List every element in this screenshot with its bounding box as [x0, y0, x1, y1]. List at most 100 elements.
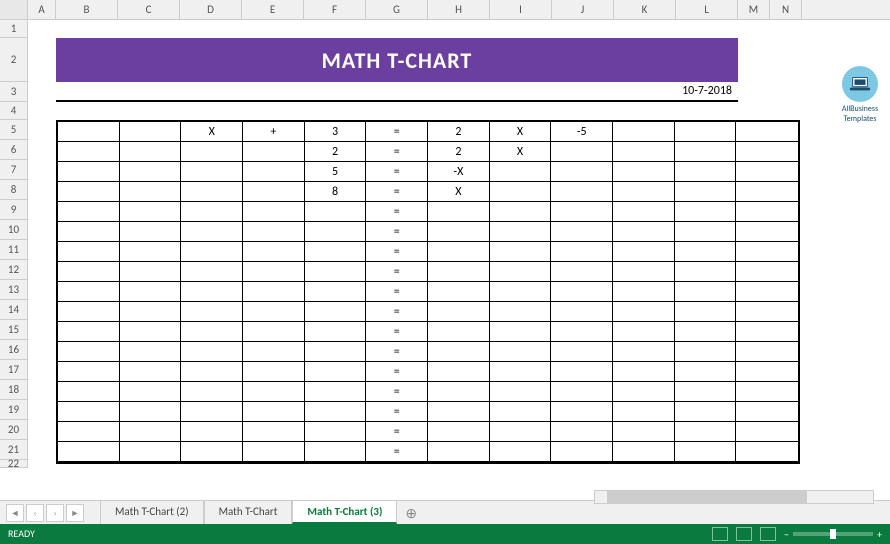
row-header-19[interactable]: 19	[0, 400, 28, 420]
table-cell[interactable]	[490, 222, 552, 241]
table-cell[interactable]	[305, 382, 367, 401]
table-cell[interactable]: -5	[551, 122, 613, 141]
table-row[interactable]: =	[58, 382, 798, 402]
table-cell[interactable]	[736, 402, 798, 421]
column-header-B[interactable]: B	[56, 0, 118, 19]
table-cell[interactable]	[675, 182, 737, 201]
table-cell[interactable]	[613, 222, 675, 241]
column-header-K[interactable]: K	[614, 0, 676, 19]
column-header-L[interactable]: L	[676, 0, 738, 19]
sheet-tab[interactable]: Math T-Chart	[204, 500, 293, 524]
table-cell[interactable]	[613, 402, 675, 421]
table-cell[interactable]	[120, 282, 182, 301]
table-cell[interactable]	[551, 402, 613, 421]
table-cell[interactable]	[736, 202, 798, 221]
table-cell[interactable]	[736, 162, 798, 181]
row-header-2[interactable]: 2	[0, 38, 28, 82]
table-cell[interactable]	[243, 242, 305, 261]
table-cell[interactable]: -X	[428, 162, 490, 181]
table-cell[interactable]	[428, 442, 490, 461]
table-cell[interactable]: =	[366, 182, 428, 201]
table-cell[interactable]	[551, 142, 613, 161]
table-cell[interactable]	[120, 202, 182, 221]
table-cell[interactable]	[613, 142, 675, 161]
column-header-I[interactable]: I	[490, 0, 552, 19]
table-row[interactable]: X+3=2X-5	[58, 122, 798, 142]
table-cell[interactable]	[243, 302, 305, 321]
table-cell[interactable]	[120, 162, 182, 181]
add-sheet-button[interactable]: ⊕	[397, 503, 421, 524]
table-cell[interactable]	[428, 202, 490, 221]
table-cell[interactable]	[490, 342, 552, 361]
table-cell[interactable]	[675, 382, 737, 401]
table-cell[interactable]	[305, 322, 367, 341]
row-header-17[interactable]: 17	[0, 360, 28, 380]
table-cell[interactable]	[181, 182, 243, 201]
table-cell[interactable]	[181, 382, 243, 401]
table-cell[interactable]: 2	[305, 142, 367, 161]
table-cell[interactable]	[120, 242, 182, 261]
table-cell[interactable]	[305, 282, 367, 301]
table-row[interactable]: =	[58, 342, 798, 362]
table-cell[interactable]	[243, 202, 305, 221]
table-cell[interactable]	[428, 282, 490, 301]
table-cell[interactable]	[613, 322, 675, 341]
table-cell[interactable]	[243, 422, 305, 441]
table-cell[interactable]	[428, 262, 490, 281]
table-row[interactable]: 5=-X	[58, 162, 798, 182]
table-cell[interactable]	[181, 362, 243, 381]
table-cell[interactable]: =	[366, 302, 428, 321]
table-cell[interactable]: =	[366, 142, 428, 161]
table-cell[interactable]	[58, 262, 120, 281]
table-cell[interactable]	[551, 342, 613, 361]
table-cell[interactable]	[58, 442, 120, 461]
table-cell[interactable]	[675, 322, 737, 341]
table-row[interactable]: =	[58, 422, 798, 442]
table-cell[interactable]	[736, 442, 798, 461]
table-cell[interactable]	[305, 342, 367, 361]
tab-nav-last[interactable]: ►	[66, 504, 84, 522]
table-cell[interactable]	[736, 262, 798, 281]
table-cell[interactable]: 8	[305, 182, 367, 201]
table-cell[interactable]: =	[366, 162, 428, 181]
row-header-14[interactable]: 14	[0, 300, 28, 320]
table-cell[interactable]	[551, 162, 613, 181]
row-header-12[interactable]: 12	[0, 260, 28, 280]
table-cell[interactable]	[613, 122, 675, 141]
table-cell[interactable]	[305, 302, 367, 321]
row-header-9[interactable]: 9	[0, 200, 28, 220]
table-cell[interactable]	[428, 402, 490, 421]
table-row[interactable]: 8=X	[58, 182, 798, 202]
view-normal-button[interactable]	[712, 527, 728, 541]
zoom-out-button[interactable]: −	[784, 528, 789, 541]
table-cell[interactable]: 2	[428, 142, 490, 161]
table-cell[interactable]	[305, 262, 367, 281]
table-cell[interactable]	[428, 382, 490, 401]
row-header-1[interactable]: 1	[0, 20, 28, 38]
table-row[interactable]: =	[58, 222, 798, 242]
table-cell[interactable]	[428, 302, 490, 321]
table-cell[interactable]	[551, 262, 613, 281]
table-cell[interactable]: =	[366, 262, 428, 281]
table-cell[interactable]	[675, 302, 737, 321]
table-cell[interactable]	[428, 362, 490, 381]
table-cell[interactable]	[120, 342, 182, 361]
table-cell[interactable]	[551, 362, 613, 381]
table-cell[interactable]	[181, 202, 243, 221]
table-cell[interactable]	[675, 242, 737, 261]
table-cell[interactable]	[120, 142, 182, 161]
table-cell[interactable]	[675, 142, 737, 161]
column-header-G[interactable]: G	[366, 0, 428, 19]
table-cell[interactable]: =	[366, 342, 428, 361]
table-cell[interactable]	[305, 222, 367, 241]
table-cell[interactable]	[305, 242, 367, 261]
table-cell[interactable]	[58, 122, 120, 141]
table-cell[interactable]	[736, 322, 798, 341]
table-cell[interactable]	[490, 282, 552, 301]
table-cell[interactable]	[613, 202, 675, 221]
table-cell[interactable]	[120, 182, 182, 201]
table-cell[interactable]	[490, 202, 552, 221]
table-cell[interactable]	[243, 442, 305, 461]
table-cell[interactable]: =	[366, 122, 428, 141]
table-cell[interactable]: 5	[305, 162, 367, 181]
